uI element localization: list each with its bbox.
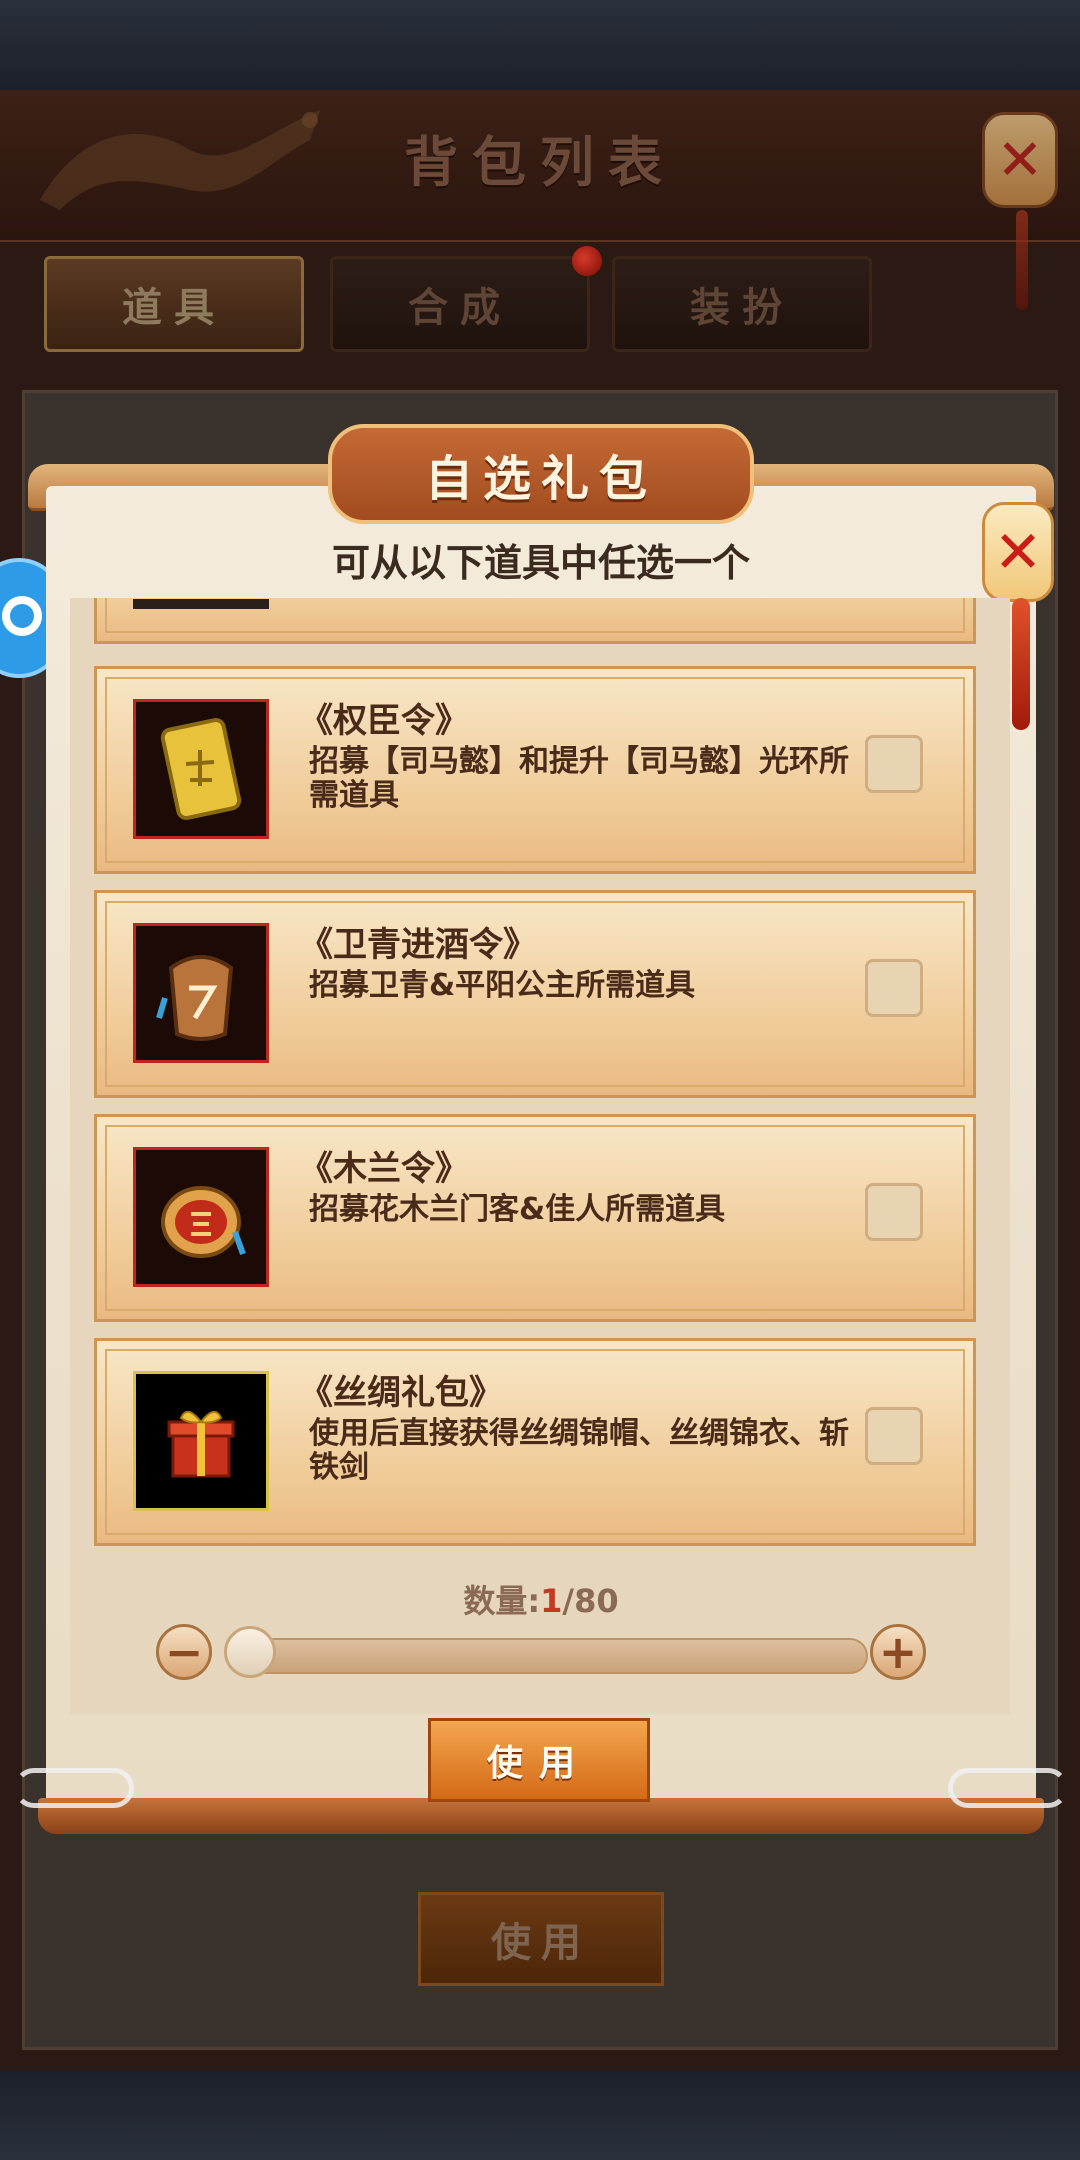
quantity-plus-button[interactable]: + xyxy=(870,1624,926,1680)
item-description: 使用后直接获得丝绸锦帽、丝绸锦衣、斩铁剑 xyxy=(309,1416,849,1485)
backpack-use-button[interactable]: 使用 xyxy=(418,1892,664,1986)
quantity-slider[interactable] xyxy=(246,1638,868,1674)
plus-icon: + xyxy=(878,1625,918,1679)
close-icon: ✕ xyxy=(996,127,1044,193)
tab-synthesis[interactable]: 合成 xyxy=(330,256,590,352)
dialog-close-button[interactable]: ✕ xyxy=(982,502,1054,602)
item-name: 《权臣令》 xyxy=(299,701,469,741)
list-item-partial xyxy=(94,598,976,644)
item-icon-partial xyxy=(133,599,269,609)
screen-bottom-background xyxy=(0,2070,1080,2160)
item-checkbox[interactable] xyxy=(865,959,923,1017)
list-item[interactable]: 《权臣令》 招募【司马懿】和提升【司马懿】光环所需道具 xyxy=(94,666,976,874)
list-item[interactable]: 《卫青进酒令》 招募卫青&平阳公主所需道具 xyxy=(94,890,976,1098)
use-button-label: 使用 xyxy=(491,1920,591,1966)
item-list[interactable]: 《权臣令》 招募【司马懿】和提升【司马懿】光环所需道具 《卫青进酒令》 招募卫青… xyxy=(70,598,1010,1714)
dialog-title-plate: 自选礼包 xyxy=(328,424,754,524)
minus-icon: − xyxy=(164,1625,204,1679)
gift-box-icon xyxy=(133,1371,269,1511)
screen-top-background xyxy=(0,0,1080,90)
dialog-bottom-frame xyxy=(38,1798,1044,1834)
item-checkbox[interactable] xyxy=(865,1183,923,1241)
red-token-icon xyxy=(133,1147,269,1287)
quantity-minus-button[interactable]: − xyxy=(156,1624,212,1680)
item-description: 招募卫青&平阳公主所需道具 xyxy=(309,968,696,1003)
tab-items[interactable]: 道具 xyxy=(44,256,304,352)
item-name: 《丝绸礼包》 xyxy=(299,1373,503,1413)
item-checkbox[interactable] xyxy=(865,1407,923,1465)
golden-token-icon xyxy=(133,699,269,839)
backpack-close-button[interactable]: ✕ xyxy=(982,112,1058,208)
cloud-ornament-icon xyxy=(948,1768,1068,1808)
use-button[interactable]: 使用 xyxy=(428,1718,650,1802)
list-item[interactable]: 《丝绸礼包》 使用后直接获得丝绸锦帽、丝绸锦衣、斩铁剑 xyxy=(94,1338,976,1546)
dialog-title: 自选礼包 xyxy=(424,451,657,507)
tab-dress-up[interactable]: 装扮 xyxy=(612,256,872,352)
cloud-ornament-icon xyxy=(14,1768,134,1808)
tab-label: 道具 xyxy=(122,285,226,331)
quantity-slider-handle[interactable] xyxy=(224,1626,276,1678)
quantity-max: 80 xyxy=(574,1582,619,1620)
item-checkbox[interactable] xyxy=(865,735,923,793)
tab-label: 装扮 xyxy=(690,285,794,331)
tassel-decoration xyxy=(1012,598,1030,730)
tassel-decoration xyxy=(1016,210,1028,310)
list-item[interactable]: 《木兰令》 招募花木兰门客&佳人所需道具 xyxy=(94,1114,976,1322)
backpack-title: 背包列表 xyxy=(404,131,676,194)
close-icon: ✕ xyxy=(993,518,1043,586)
quantity-separator: / xyxy=(562,1582,575,1620)
quantity-label: 数量:1/80 xyxy=(28,1576,1054,1622)
item-description: 招募【司马懿】和提升【司马懿】光环所需道具 xyxy=(309,744,849,813)
backpack-header: 背包列表 ✕ xyxy=(0,90,1080,242)
quantity-prefix: 数量: xyxy=(463,1582,541,1620)
use-button-label: 使用 xyxy=(486,1743,591,1784)
quantity-current: 1 xyxy=(540,1582,563,1620)
dialog-subtitle: 可从以下道具中任选一个 xyxy=(331,541,750,585)
item-description: 招募花木兰门客&佳人所需道具 xyxy=(309,1192,726,1227)
optional-gift-pack-dialog: 自选礼包 可从以下道具中任选一个 ✕ 《权臣令》 招募【司马懿】和提升【司马懿】… xyxy=(14,424,1068,1854)
tab-label: 合成 xyxy=(408,285,512,331)
item-name: 《木兰令》 xyxy=(299,1149,469,1189)
item-name: 《卫青进酒令》 xyxy=(299,925,537,965)
bronze-token-icon xyxy=(133,923,269,1063)
notification-dot xyxy=(572,246,602,276)
